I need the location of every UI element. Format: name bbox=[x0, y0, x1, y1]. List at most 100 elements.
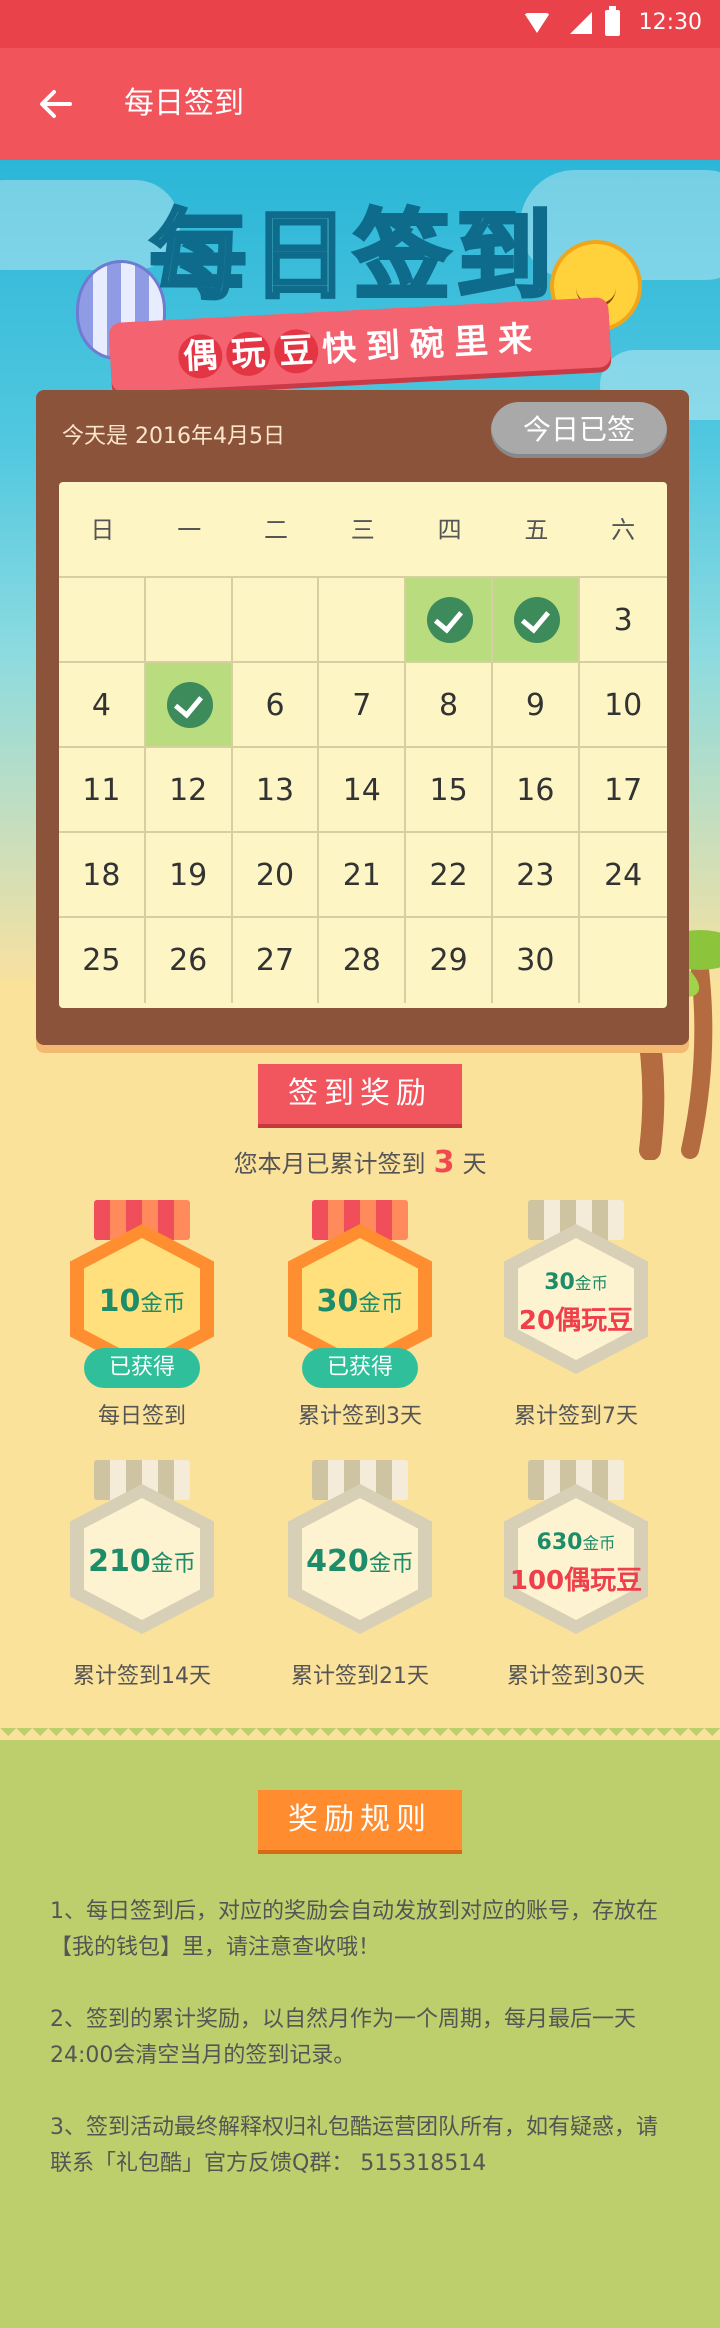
reward-value: 30 bbox=[316, 1284, 359, 1319]
reward-item: 420金币 累计签到21天 bbox=[260, 1460, 460, 1690]
back-arrow-icon[interactable] bbox=[36, 84, 76, 124]
medal-face bbox=[518, 1498, 634, 1620]
calendar-day-cell bbox=[59, 578, 146, 663]
reward-unit: 金币 bbox=[150, 1551, 196, 1577]
weekday-label: 一 bbox=[145, 482, 233, 578]
reward-unit: 金币 bbox=[574, 1274, 608, 1293]
medal-icon bbox=[504, 1224, 648, 1374]
rules-area: 奖励规则 1、每日签到后，对应的奖励会自动发放到对应的账号，存放在【我的钱包】里… bbox=[0, 1728, 720, 2328]
reward-unit: 金币 bbox=[140, 1291, 186, 1317]
calendar-day-cell: 22 bbox=[406, 833, 493, 918]
weekday-label: 四 bbox=[406, 482, 493, 578]
calendar-week-row: 3 bbox=[59, 578, 667, 663]
calendar-week-row: 11 12 13 14 15 16 17 bbox=[59, 748, 667, 833]
reward-item: 30金币已获得累计签到3天 bbox=[260, 1200, 460, 1430]
calendar-week-row: 18 19 20 21 22 23 24 bbox=[59, 833, 667, 918]
status-bar: 12:30 bbox=[0, 0, 720, 48]
weekday-label: 三 bbox=[319, 482, 407, 578]
reward-coins: 420金币 bbox=[260, 1544, 460, 1579]
calendar-day-cell bbox=[145, 578, 233, 663]
calendar-day-cell: 17 bbox=[579, 748, 667, 833]
calendar-grid: 日一二三四五六 3 4 6 7 8 9 10 11 12 13 14 15 16 17 18 19 20 21 22… bbox=[59, 482, 667, 1008]
reward-unit: 金币 bbox=[368, 1551, 414, 1577]
calendar-day-cell bbox=[580, 918, 667, 1003]
reward-unit: 金币 bbox=[358, 1291, 404, 1317]
battery-icon bbox=[605, 6, 620, 36]
calendar-day-cell: 27 bbox=[233, 918, 320, 1003]
medal-icon bbox=[504, 1484, 648, 1634]
reward-coins: 210金币 bbox=[42, 1544, 242, 1579]
reward-label: 累计签到3天 bbox=[298, 1404, 422, 1429]
calendar-day-cell bbox=[492, 578, 580, 663]
banner-title: 每日签到 bbox=[148, 198, 558, 314]
calendar-day-cell bbox=[232, 578, 320, 663]
calendar-day-cell: 19 bbox=[145, 833, 233, 918]
rule-item: 1、每日签到后，对应的奖励会自动发放到对应的账号，存放在【我的钱包】里，请注意查… bbox=[50, 1899, 658, 1960]
weekday-label: 二 bbox=[232, 482, 320, 578]
summary-prefix: 您本月已累计签到 bbox=[233, 1150, 426, 1178]
reward-item: 30金币 20偶玩豆累计签到7天 bbox=[476, 1200, 676, 1430]
calendar-week-row: 25 26 27 28 29 30 bbox=[59, 918, 667, 1003]
calendar-day-cell: 28 bbox=[319, 918, 407, 1003]
medal-face bbox=[518, 1238, 634, 1360]
calendar-day-cell: 21 bbox=[319, 833, 407, 918]
weekday-label: 日 bbox=[59, 482, 146, 578]
calendar-day-cell: 10 bbox=[579, 663, 667, 748]
reward-value: 420 bbox=[306, 1544, 369, 1579]
wifi-icon bbox=[524, 13, 550, 33]
reward-coins: 30金币 bbox=[476, 1270, 676, 1295]
reward-unit: 金币 bbox=[582, 1534, 616, 1553]
calendar-day-cell: 20 bbox=[232, 833, 320, 918]
calendar-day-cell: 12 bbox=[145, 748, 233, 833]
page-title: 每日签到 bbox=[124, 86, 244, 121]
calendar-day-cell: 26 bbox=[146, 918, 233, 1003]
calendar-day-cell: 14 bbox=[319, 748, 407, 833]
reward-item: 630金币 100偶玩豆累计签到30天 bbox=[476, 1460, 676, 1690]
signed-check-icon bbox=[166, 682, 213, 728]
reward-coins: 630金币 bbox=[476, 1530, 676, 1555]
rules-heading: 奖励规则 bbox=[230, 1790, 490, 1850]
today-date: 今天是 2016年4月5日 bbox=[62, 424, 285, 449]
obtained-badge: 已获得 bbox=[302, 1348, 418, 1388]
rule-item: 2、签到的累计奖励，以自然月作为一个周期，每月最后一天24:00会清空当月的签到… bbox=[50, 2007, 636, 2068]
reward-label: 累计签到30天 bbox=[507, 1664, 645, 1689]
reward-label: 累计签到14天 bbox=[73, 1664, 211, 1689]
reward-value: 30 bbox=[544, 1270, 575, 1295]
signed-check-icon bbox=[427, 597, 474, 643]
summary-count: 3 bbox=[433, 1145, 455, 1180]
reward-label: 累计签到7天 bbox=[514, 1404, 638, 1429]
signal-icon bbox=[570, 12, 592, 34]
calendar-day-cell: 6 bbox=[232, 663, 320, 748]
weekday-label: 六 bbox=[579, 482, 667, 578]
status-time: 12:30 bbox=[638, 10, 702, 35]
zigzag-divider bbox=[0, 1728, 720, 1742]
reward-value: 630 bbox=[536, 1530, 583, 1555]
app-bar: 每日签到 bbox=[0, 48, 720, 160]
calendar-day-cell: 23 bbox=[492, 833, 580, 918]
rule-item: 3、签到活动最终解释权归礼包酷运营团队所有，如有疑惑，请联系「礼包酷」官方反馈Q… bbox=[50, 2115, 658, 2176]
reward-coins: 10金币 bbox=[42, 1284, 242, 1319]
rewards-heading: 签到奖励 bbox=[230, 1064, 490, 1124]
reward-value: 210 bbox=[88, 1544, 151, 1579]
signed-today-button[interactable]: 今日已签 bbox=[491, 402, 667, 458]
reward-extra: 100偶玩豆 bbox=[509, 1566, 643, 1596]
reward-extra: 20偶玩豆 bbox=[518, 1306, 634, 1336]
calendar-day-cell: 3 bbox=[579, 578, 667, 663]
subtitle-char: 豆 bbox=[273, 328, 320, 375]
summary-suffix: 天 bbox=[462, 1150, 487, 1178]
banner-subtitle: 偶玩豆快到碗里来 bbox=[109, 307, 611, 383]
weekday-label: 五 bbox=[492, 482, 580, 578]
calendar-day-cell: 9 bbox=[492, 663, 580, 748]
reward-item: 210金币累计签到14天 bbox=[42, 1460, 242, 1690]
calendar-day-cell: 8 bbox=[406, 663, 493, 748]
signed-check-icon bbox=[513, 597, 560, 643]
obtained-badge: 已获得 bbox=[84, 1348, 200, 1388]
reward-label: 每日签到 bbox=[97, 1404, 186, 1429]
calendar-day-cell bbox=[406, 578, 493, 663]
subtitle-rest: 快到碗里来 bbox=[321, 318, 543, 370]
subtitle-char: 玩 bbox=[225, 330, 272, 377]
calendar-day-cell: 29 bbox=[406, 918, 493, 1003]
calendar-week-row: 4 6 7 8 9 10 bbox=[59, 663, 667, 748]
calendar-day-cell: 13 bbox=[232, 748, 320, 833]
calendar-day-cell: 4 bbox=[59, 663, 146, 748]
